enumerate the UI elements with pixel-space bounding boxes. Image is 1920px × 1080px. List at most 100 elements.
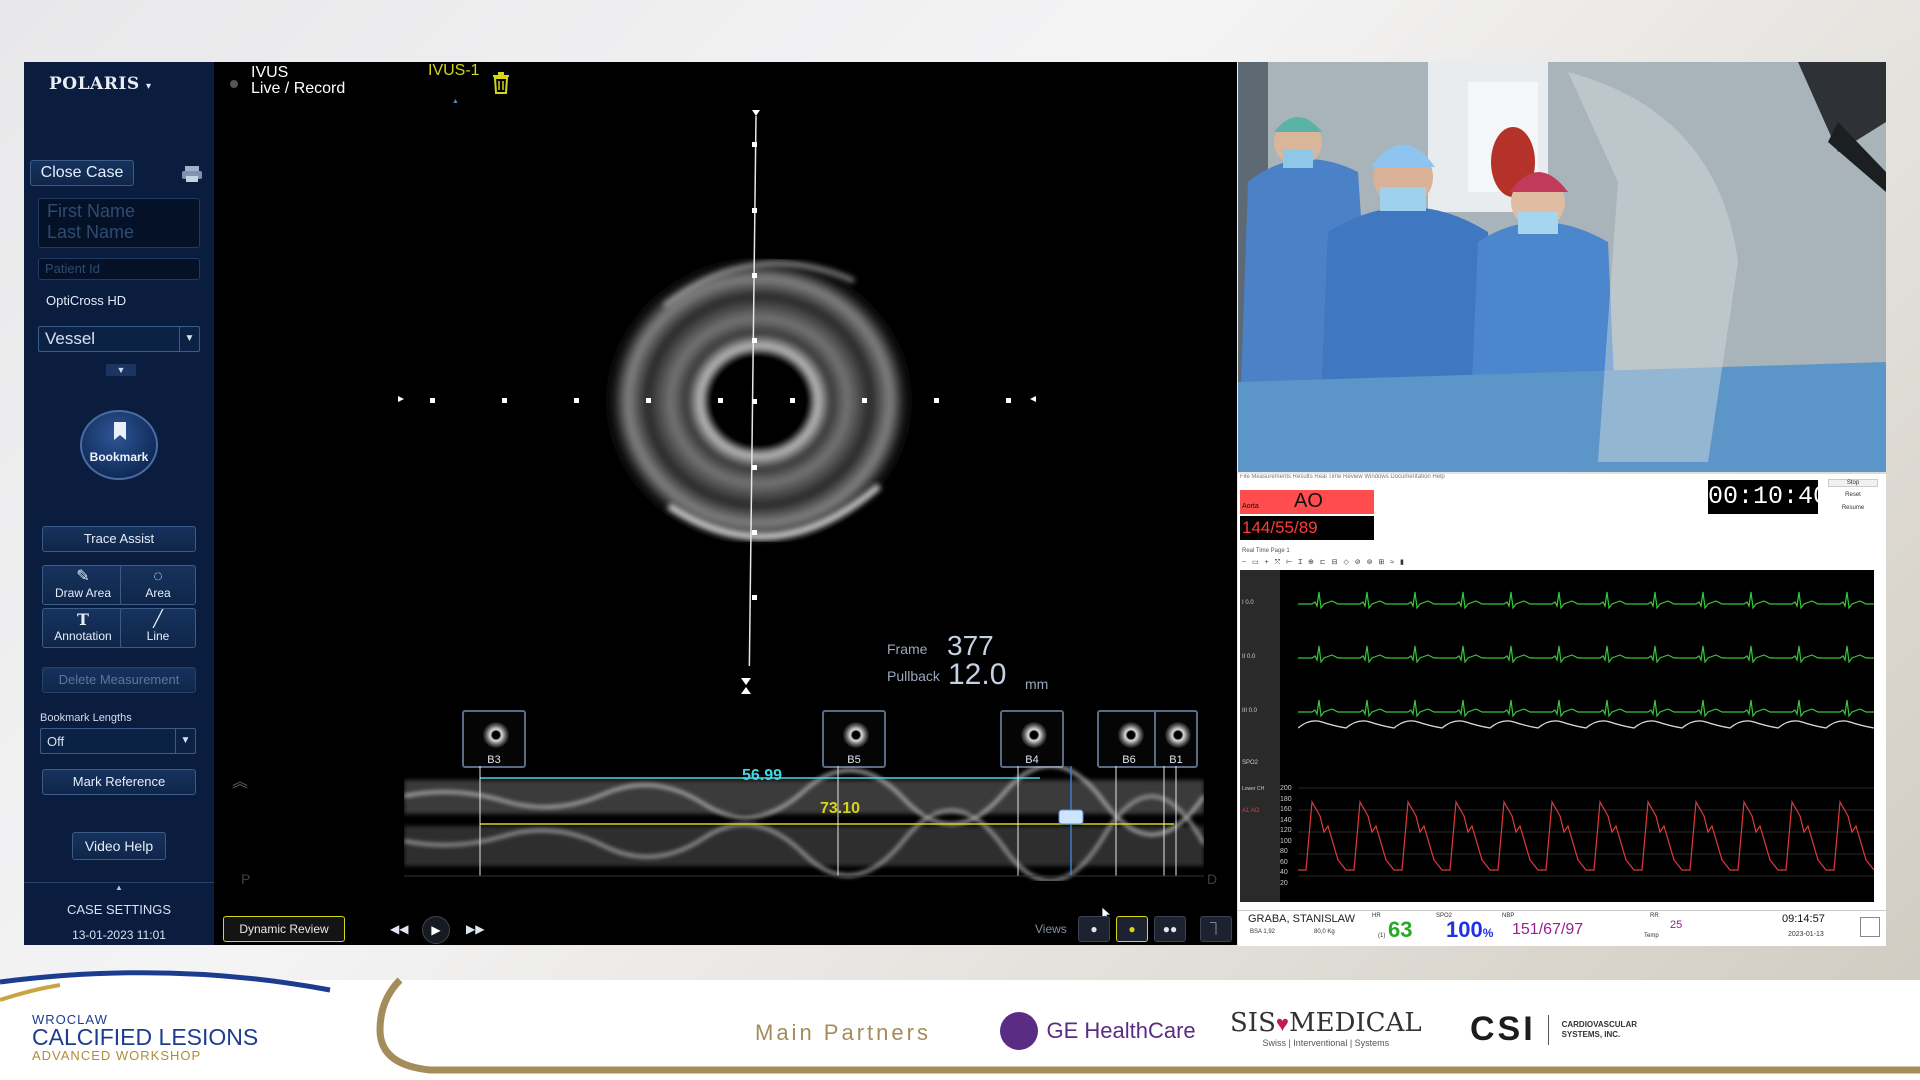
- text-annotation-icon: T: [77, 610, 89, 629]
- channel-label-i: I 0.0: [1242, 600, 1254, 606]
- video-help-button[interactable]: Video Help: [72, 832, 166, 860]
- bookmark-thumbnail-b5[interactable]: B5: [822, 710, 886, 768]
- bookmark-thumbnail-b1[interactable]: B1: [1154, 710, 1198, 768]
- dynamic-review-button[interactable]: Dynamic Review: [223, 916, 345, 942]
- bookmark-lengths-select[interactable]: Off ▼: [40, 728, 196, 754]
- event-logo: WROCLAW CALCIFIED LESIONS ADVANCED WORKS…: [32, 1012, 258, 1063]
- collapse-longitudinal-icon[interactable]: ︽: [232, 768, 248, 792]
- patient-name-field[interactable]: First Name Last Name: [38, 198, 200, 248]
- chevron-down-icon: ▼: [179, 327, 199, 351]
- pressure-scale: 200 180 160 140 120 100 80 60 40 20: [1280, 784, 1292, 889]
- hr-label: HR: [1372, 913, 1381, 919]
- brand-menu[interactable]: POLARIS ▾: [49, 74, 152, 94]
- playhead-handle[interactable]: [1058, 809, 1084, 825]
- delete-measurement-button[interactable]: Delete Measurement: [42, 667, 196, 693]
- longitudinal-view[interactable]: [404, 766, 1204, 881]
- patient-name: GRABA, STANISLAW: [1248, 913, 1355, 925]
- top-bar: IVUS Live / Record IVUS-1 ▲: [214, 62, 1237, 106]
- view-half-button[interactable]: ●: [1116, 916, 1148, 942]
- distal-label: D: [1207, 871, 1218, 887]
- csi-divider: [1548, 1014, 1550, 1045]
- window-toggle-icon[interactable]: [1860, 917, 1880, 937]
- timer-stop-button[interactable]: Stop: [1828, 479, 1878, 487]
- clock-date: 2023-01-13: [1788, 931, 1824, 938]
- pressure-site-box: Aorta AO: [1240, 490, 1374, 514]
- bookmark-label: B5: [847, 754, 861, 766]
- run-tab-ivus-1[interactable]: IVUS-1: [428, 62, 480, 80]
- ivus-application: POLARIS ▾ Close Case First Name Last Nam…: [24, 62, 1237, 945]
- expand-panel-tab[interactable]: ▼: [106, 364, 136, 376]
- play-button[interactable]: ▶: [422, 916, 450, 944]
- csi-logo: CSI CARDIOVASCULAR SYSTEMS, INC.: [1470, 1010, 1637, 1049]
- scale-tick: 160: [1280, 806, 1292, 813]
- rr-value: 25: [1670, 919, 1683, 931]
- ecg-waveforms: [1298, 591, 1874, 877]
- draw-area-button[interactable]: ✎ Draw Area: [42, 565, 124, 605]
- longitudinal-upper-band: [404, 780, 1204, 814]
- trash-icon[interactable]: [492, 72, 510, 94]
- chevron-down-icon: ▾: [146, 81, 152, 92]
- vessel-select[interactable]: Vessel ▼: [38, 326, 200, 352]
- waveform-toolbar[interactable]: − ▭ + ⤧ ⊢ Ɪ ⊕ ⊏ ⊟ ◇ ⊘ ⊚ ⊞ ≈ ▮: [1242, 558, 1406, 567]
- rewind-button[interactable]: ◀◀: [390, 922, 408, 936]
- mode-subtitle: Live / Record: [251, 80, 346, 97]
- case-settings-button[interactable]: CASE SETTINGS: [24, 902, 214, 917]
- bookmark-thumbnail-b4[interactable]: B4: [1000, 710, 1064, 768]
- ivus-viewer[interactable]: Frame 377 Pullback 12.0 mm B3 B5 B4 B6 B…: [214, 106, 1237, 945]
- bookmark-button[interactable]: Bookmark: [80, 410, 158, 480]
- scale-tick: 80: [1280, 848, 1288, 855]
- sis-text: SIS: [1230, 1008, 1276, 1038]
- csi-sub-line2: SYSTEMS, INC.: [1561, 1029, 1621, 1039]
- draw-area-label: Draw Area: [54, 586, 112, 600]
- fast-forward-button[interactable]: ▶▶: [466, 922, 484, 936]
- bookmark-label: Bookmark: [89, 450, 149, 464]
- hemo-menu-bar[interactable]: File Measurements Results Real Time Revi…: [1240, 474, 1445, 480]
- bookmark-thumbnail-b3[interactable]: B3: [462, 710, 526, 768]
- bookmark-label: B3: [487, 754, 501, 766]
- print-icon[interactable]: [181, 165, 203, 183]
- view-longitudinal-button[interactable]: ⏋: [1200, 916, 1232, 942]
- event-footer: WROCLAW CALCIFIED LESIONS ADVANCED WORKS…: [0, 969, 1920, 1080]
- rr-label: RR: [1650, 913, 1659, 919]
- timer-resume-button[interactable]: Resume: [1828, 505, 1878, 511]
- patient-id-field[interactable]: Patient Id: [38, 258, 200, 280]
- pullback-unit: mm: [1025, 676, 1049, 692]
- heart-icon: ♥: [1275, 1011, 1289, 1036]
- proximal-label: P: [241, 871, 251, 887]
- sis-medical-logo: SIS♥MEDICAL Swiss | Interventional | Sys…: [1230, 1008, 1422, 1048]
- line-tool-icon: ╱: [153, 611, 163, 628]
- view-single-button[interactable]: ●: [1078, 916, 1110, 942]
- bookmark-thumbnail-b6[interactable]: B6: [1097, 710, 1161, 768]
- patient-weight: 80,0 Kg: [1314, 929, 1335, 935]
- csi-sub-line1: CARDIOVASCULAR: [1561, 1019, 1637, 1029]
- operating-room-image: [1238, 62, 1886, 472]
- mark-reference-button[interactable]: Mark Reference: [42, 769, 196, 795]
- annotation-button[interactable]: T Annotation: [42, 608, 124, 648]
- cross-section-view[interactable]: [214, 106, 1237, 666]
- trace-assist-button[interactable]: Trace Assist: [42, 526, 196, 552]
- record-indicator-icon: [230, 80, 238, 88]
- waveform-area[interactable]: I 0.0 II 0.0 III 0.0 SPO2 Lower CH A1 AO…: [1240, 570, 1874, 902]
- pressure-site-small: Aorta: [1242, 503, 1259, 510]
- view-dual-button[interactable]: ●●: [1154, 916, 1186, 942]
- area-button[interactable]: ◌ Area: [120, 565, 196, 605]
- scale-tick: 20: [1280, 879, 1288, 887]
- main-partners-label: Main Partners: [755, 1020, 931, 1045]
- catheter-label: OptiCross HD: [46, 293, 127, 308]
- camera-feed: [1238, 62, 1886, 472]
- channel-label-spo2: SPO2: [1242, 760, 1259, 766]
- aortic-pressure-waveform: [1298, 800, 1874, 871]
- line-label: Line: [146, 629, 170, 643]
- scale-tick: 140: [1280, 816, 1292, 824]
- close-case-button[interactable]: Close Case: [30, 160, 134, 186]
- channel-label-ao: A1 AO: [1242, 808, 1260, 814]
- thumbnail-image: [1165, 722, 1191, 748]
- nbp-value: 151/67/97: [1512, 921, 1584, 938]
- line-button[interactable]: ╱ Line: [120, 608, 196, 648]
- timer-reset-button[interactable]: Reset: [1828, 492, 1878, 498]
- bookmark-label: B4: [1025, 754, 1039, 766]
- collapse-settings-handle[interactable]: ▲: [24, 882, 214, 892]
- bookmark-label: B1: [1169, 754, 1183, 766]
- procedure-timer: 00:10:40: [1708, 480, 1828, 514]
- ge-monogram-icon: [1000, 1012, 1038, 1050]
